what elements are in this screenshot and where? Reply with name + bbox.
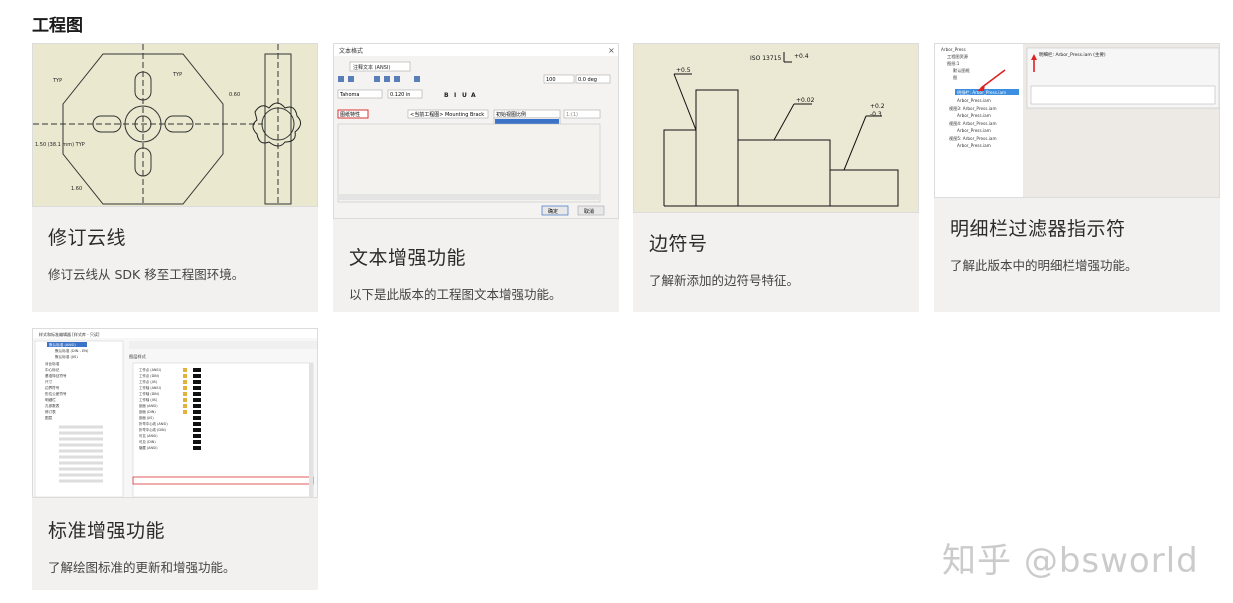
- card-thumbnail: 样式和标准编辑器 [样式库 - 只读] 默认标准 (ANSI) 默认标准 (DI…: [32, 328, 318, 498]
- thumb-label: +0.02: [796, 97, 815, 104]
- thumb-layer: 工作轴 (DIN): [139, 391, 160, 396]
- thumb-property: 初始视图比例: [496, 111, 526, 118]
- card-description: 了解新添加的边符号特征。: [649, 273, 800, 288]
- card-description: 以下是此版本的工程图文本增强功能。: [349, 287, 562, 302]
- thumb-layer: 工作点 (DIN): [139, 373, 160, 378]
- svg-text:A: A: [471, 92, 476, 99]
- thumb-tree-item: 修订表: [45, 409, 56, 414]
- card-parts-list-filter[interactable]: Arbor_Press 工程图资源 图纸:1 默认图框 图 明细栏: Arbor…: [934, 43, 1220, 312]
- thumb-layer: 隐藏 (ANSI): [139, 445, 158, 450]
- thumb-tree-item: Arbor_Press.iam: [957, 113, 991, 118]
- thumb-label: +0.4: [794, 53, 809, 60]
- thumb-font: Tahoma: [339, 92, 359, 98]
- card-thumbnail: Arbor_Press 工程图资源 图纸:1 默认图框 图 明细栏: Arbor…: [934, 43, 1220, 198]
- thumb-layer: 剖面 (JIS): [139, 415, 154, 420]
- svg-text:I: I: [454, 92, 456, 99]
- thumb-tree-item: 图纸:1: [947, 60, 960, 67]
- thumb-layer: 折弯中心线 (ANSI): [139, 421, 168, 426]
- thumb-layer: 工作轴 (ANSI): [139, 385, 162, 390]
- thumb-tree-item: 默认标准 (DIN - EN): [55, 348, 89, 353]
- thumb-tree-root: Arbor_Press: [941, 47, 966, 52]
- thumb-tree-item: 对比标准: [45, 361, 60, 366]
- thumb-window-title: 文本格式: [339, 47, 363, 55]
- thumb-layer: 工作点 (ANSI): [139, 367, 162, 372]
- thumb-label: -0.3: [870, 111, 882, 118]
- thumb-style: 注释文本 (ANSI): [353, 64, 390, 71]
- svg-text:U: U: [462, 92, 467, 99]
- close-icon: ×: [608, 46, 615, 55]
- thumb-label: TYP: [52, 78, 62, 84]
- thumb-panel-title: 明细栏: Arbor_Press.iam (主要): [1039, 51, 1106, 58]
- watermark: 知乎 @bsworld: [942, 533, 1199, 582]
- thumb-layer: 剖面 (ANSI): [139, 403, 158, 408]
- section-title: 工程图: [32, 16, 83, 36]
- thumb-tree-item: 形位公差符号: [45, 391, 67, 396]
- thumb-layer: 剖面 (DIN): [139, 409, 156, 414]
- thumb-label: +0.2: [870, 103, 885, 110]
- thumb-label: 1.60: [71, 186, 82, 192]
- thumb-tree-item: 视图5: Arbor_Press.iam: [949, 135, 997, 142]
- thumb-tree-item: 边界符号: [45, 385, 60, 390]
- card-description: 了解绘图标准的更新和增强功能。: [48, 560, 236, 575]
- thumb-category: 图纸特性: [340, 111, 360, 118]
- card-standards-enhancements[interactable]: 样式和标准编辑器 [样式库 - 只读] 默认标准 (ANSI) 默认标准 (DI…: [32, 328, 318, 590]
- thumb-size: 0.120 in: [390, 92, 410, 98]
- thumb-tree-item: 中心标记: [45, 367, 60, 372]
- thumb-ok-button: 确定: [548, 208, 558, 215]
- thumb-tree-item: 尺寸: [45, 379, 53, 384]
- thumb-tree-item: 视图3: Arbor_Press.iam: [949, 105, 997, 112]
- thumb-precision: 1:(1): [566, 112, 578, 118]
- svg-text:B: B: [444, 92, 449, 99]
- card-thumbnail: ISO 13715 +0.4 +0.5 +0.02 +0.2 -0.3: [633, 43, 919, 213]
- thumb-zoom: 100: [546, 77, 556, 83]
- thumb-tree-item: 视图4: Arbor_Press.iam: [949, 120, 997, 127]
- thumb-tree-item: 默认图框: [953, 67, 971, 74]
- card-description: 修订云线从 SDK 移至工程图环境。: [48, 267, 245, 282]
- thumb-layer: 可见 (ANSI): [139, 434, 158, 438]
- thumb-label: ISO 13715: [750, 55, 781, 62]
- thumb-layer: 折弯中心线 (DIN): [139, 427, 167, 432]
- thumb-tree-item: Arbor_Press.iam: [957, 128, 991, 133]
- thumb-label: 1.50 (38.1 mm) TYP: [35, 142, 85, 148]
- card-title: 边符号: [649, 233, 708, 255]
- card-edge-symbols[interactable]: ISO 13715 +0.4 +0.5 +0.02 +0.2 -0.3 边符号 …: [633, 43, 919, 312]
- thumb-window-title: 样式和标准编辑器 [样式库 - 只读]: [39, 331, 100, 337]
- thumb-layer: 工作轴 (JIS): [139, 397, 158, 402]
- card-thumbnail: TYP TYP 1.50 (38.1 mm) TYP 0.60 1.60: [32, 43, 318, 207]
- card-title: 明细栏过滤器指示符: [950, 218, 1126, 240]
- thumb-layer: 可见 (DIN): [139, 440, 156, 444]
- thumb-tree-item: 孔参数表: [45, 403, 60, 408]
- card-text-enhancements[interactable]: 文本格式 × 注释文本 (ANSI) 100 0.0 deg Tahoma 0.…: [333, 43, 619, 312]
- thumb-tree-item: Arbor_Press.iam: [957, 143, 991, 148]
- thumb-tree-item: 工程图资源: [947, 53, 969, 60]
- thumb-tree-item: Arbor_Press.iam: [957, 98, 991, 103]
- thumb-layer: 工作点 (JIS): [139, 379, 158, 384]
- thumb-panel-title: 图层样式: [129, 353, 147, 360]
- thumb-label: +0.5: [676, 67, 691, 74]
- card-revision-cloud[interactable]: TYP TYP 1.50 (38.1 mm) TYP 0.60 1.60 修订云…: [32, 43, 318, 312]
- watermark-handle: @bsworld: [1023, 541, 1199, 581]
- thumb-tree-item: 图层: [45, 415, 53, 420]
- card-description: 了解此版本中的明细栏增强功能。: [950, 258, 1138, 273]
- thumb-tree-item: 默认标准 (JIS): [55, 354, 78, 359]
- thumb-cancel-button: 取消: [584, 208, 594, 215]
- thumb-tree-item: 明细栏: [45, 397, 56, 402]
- thumb-angle: 0.0 deg: [578, 77, 597, 83]
- card-title: 文本增强功能: [349, 247, 467, 269]
- thumb-label: TYP: [172, 72, 182, 78]
- thumb-tree-item: 默认标准 (ANSI): [49, 342, 76, 347]
- card-title: 修订云线: [48, 227, 127, 249]
- thumb-label: 0.60: [229, 92, 240, 98]
- watermark-brand: 知乎: [942, 541, 1012, 581]
- card-thumbnail: 文本格式 × 注释文本 (ANSI) 100 0.0 deg Tahoma 0.…: [333, 43, 619, 219]
- card-title: 标准增强功能: [48, 520, 166, 542]
- thumb-source: <当前工程图> Mounting Brack: [410, 111, 484, 118]
- thumb-tree-item: 基准特征符号: [45, 373, 67, 378]
